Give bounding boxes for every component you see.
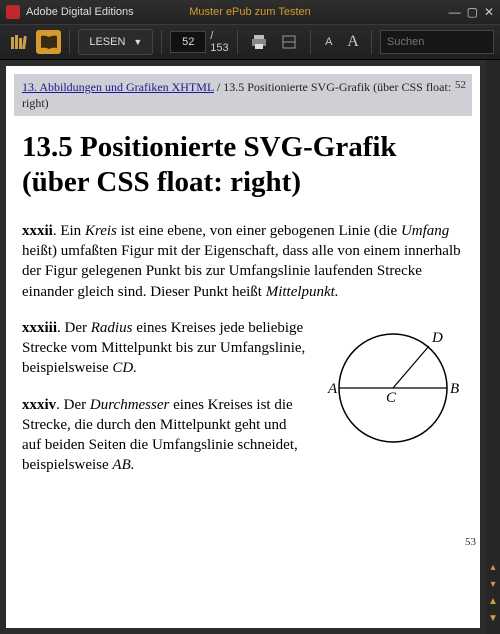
svg-text:A: A	[327, 381, 338, 397]
maximize-button[interactable]: ▢	[467, 5, 478, 19]
page-shell: 13. Abbildungen und Grafiken XHTML / 13.…	[0, 60, 486, 634]
separator	[371, 30, 372, 54]
search-input[interactable]	[380, 30, 494, 54]
window-controls: — ▢ ✕	[449, 5, 494, 19]
printer-icon	[251, 35, 267, 49]
reading-page: 13. Abbildungen und Grafiken XHTML / 13.…	[6, 66, 480, 628]
scroll-sidebar: ▴ ▾ ▲ ▼	[486, 60, 500, 634]
page-number-top: 52	[455, 78, 466, 93]
circle-svg: A B C D	[319, 322, 464, 452]
breadcrumb-sep: /	[214, 80, 223, 94]
page-navigator: / 153	[170, 30, 229, 54]
app-name: Adobe Digital Editions	[26, 6, 134, 18]
app-logo-icon	[6, 5, 20, 19]
separator	[310, 30, 311, 54]
book-open-icon	[40, 35, 58, 49]
reading-mode-dropdown[interactable]: LESEN ▼	[78, 29, 153, 55]
section-heading: 13.5 Positionierte SVG-Grafik (über CSS …	[22, 130, 464, 198]
separator	[237, 30, 238, 54]
window-titlebar: Adobe Digital Editions Muster ePub zum T…	[0, 0, 500, 24]
para-num: xxxiii	[22, 320, 57, 336]
scroll-up-arrow-icon[interactable]: ▴	[490, 562, 495, 573]
para-num: xxxiv	[22, 397, 56, 413]
separator	[69, 30, 70, 54]
paragraph-xxxii: xxxii. Ein Kreis ist eine ebene, von ein…	[22, 221, 464, 302]
reading-mode-label: LESEN	[89, 36, 125, 48]
circle-figure: A B C D	[319, 322, 464, 452]
content-area: 13. Abbildungen und Grafiken XHTML / 13.…	[0, 60, 500, 634]
page-icon	[281, 35, 297, 49]
svg-text:D: D	[431, 330, 443, 346]
library-icon	[11, 35, 27, 49]
breadcrumb: 13. Abbildungen und Grafiken XHTML / 13.…	[14, 74, 472, 116]
para-num: xxxii	[22, 223, 53, 239]
minimize-button[interactable]: —	[449, 5, 461, 19]
font-decrease-button[interactable]: A	[319, 36, 339, 48]
scroll-down-arrow-icon[interactable]: ▾	[490, 579, 495, 590]
reading-view-button[interactable]	[36, 30, 62, 54]
page-total-label: / 153	[210, 30, 229, 54]
separator	[161, 30, 162, 54]
library-view-button[interactable]	[6, 30, 32, 54]
page-up-arrow-icon[interactable]: ▲	[488, 596, 498, 607]
page-current-input[interactable]	[170, 31, 206, 53]
view-options-button[interactable]	[276, 30, 302, 54]
chevron-down-icon: ▼	[133, 37, 142, 47]
breadcrumb-chapter-link[interactable]: 13. Abbildungen und Grafiken XHTML	[22, 80, 214, 94]
svg-text:B: B	[450, 381, 459, 397]
print-button[interactable]	[246, 30, 272, 54]
font-increase-button[interactable]: A	[343, 33, 363, 51]
page-number-side: 53	[465, 536, 476, 548]
close-button[interactable]: ✕	[484, 5, 494, 19]
svg-text:C: C	[386, 390, 397, 406]
page-down-arrow-icon[interactable]: ▼	[488, 613, 498, 624]
app-window: Adobe Digital Editions Muster ePub zum T…	[0, 0, 500, 634]
toolbar: LESEN ▼ / 153 A A	[0, 24, 500, 60]
